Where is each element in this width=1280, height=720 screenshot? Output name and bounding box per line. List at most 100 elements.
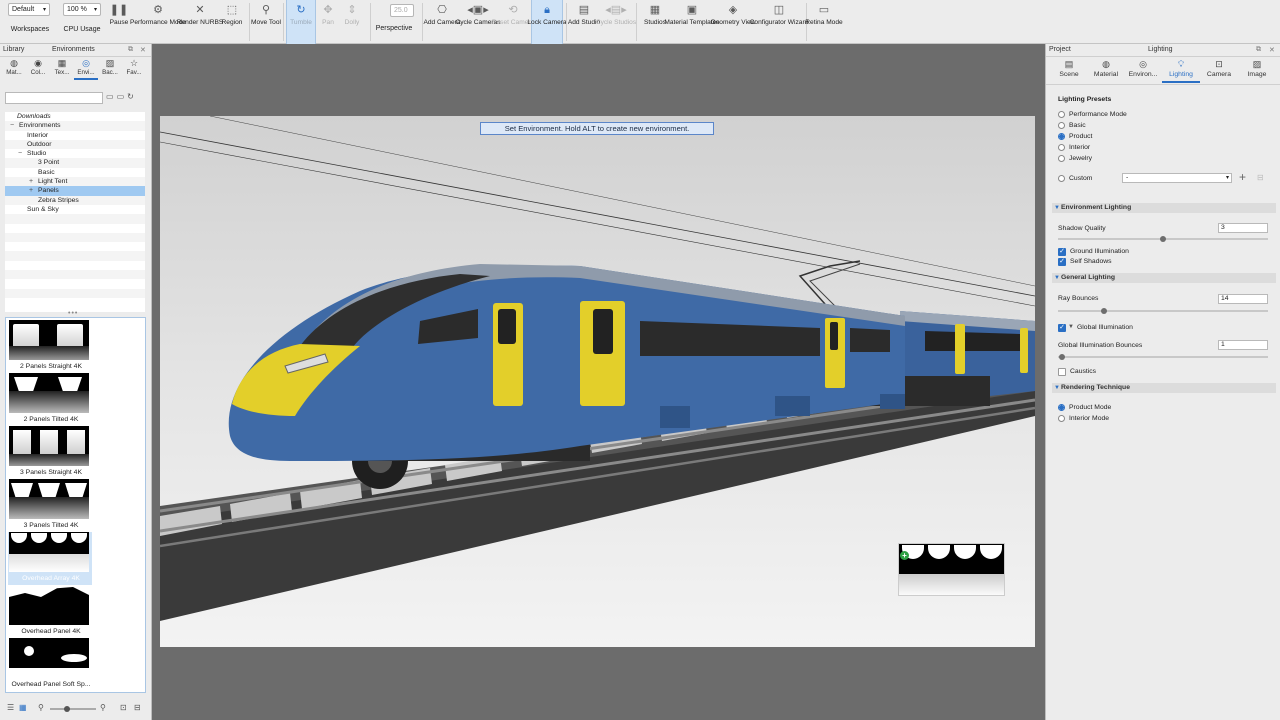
technique-radio-interior[interactable] (1058, 415, 1065, 422)
refresh-icon[interactable]: ↻ (127, 92, 137, 101)
expand-icon[interactable]: + (29, 186, 33, 195)
tab-lighting[interactable]: 💡︎ Lighting (1162, 59, 1200, 83)
slider-knob[interactable] (1160, 236, 1166, 242)
tab-environments[interactable]: ◎ Envi... (74, 58, 98, 80)
tab-backplates[interactable]: ▨ Bac... (98, 58, 122, 80)
tab-scene[interactable]: ▤ Scene (1050, 59, 1088, 83)
thumbnail-item[interactable]: Overhead Panel Soft Sp... (8, 638, 92, 691)
tab-materials[interactable]: ◍ Mat... (2, 58, 26, 80)
star-icon: ☆ (129, 58, 139, 68)
folder-add-icon[interactable]: ▭ (106, 92, 117, 101)
expand-icon[interactable]: + (29, 177, 33, 186)
shadow-quality-field[interactable]: 3 (1218, 223, 1268, 233)
thumbnail-item[interactable]: 2 Panels Tilted 4K (8, 373, 92, 426)
delete-icon[interactable]: ⊟ (134, 703, 141, 712)
preset-radio-performance[interactable] (1058, 111, 1065, 118)
expand-arrow-icon[interactable]: ▼ (1068, 323, 1074, 332)
shadow-quality-slider[interactable] (1058, 236, 1268, 242)
tree-item[interactable]: Basic (5, 168, 145, 177)
close-icon[interactable]: ✕ (1269, 46, 1275, 54)
thumbnail-item-selected[interactable]: Overhead Array 4K (8, 532, 92, 585)
self-shadows-checkbox[interactable]: ✓ (1058, 258, 1066, 266)
tree-item[interactable]: Downloads (5, 112, 145, 121)
cpu-usage-dropdown[interactable]: 100 % ▾ (63, 3, 101, 16)
global-illumination-checkbox[interactable]: ✓ (1058, 324, 1066, 332)
preset-radio-basic[interactable] (1058, 122, 1065, 129)
list-view-icon[interactable]: ☰ (7, 703, 14, 712)
ray-bounces-field[interactable]: 14 (1218, 294, 1268, 304)
preset-radio-interior[interactable] (1058, 144, 1065, 151)
delete-preset-icon[interactable]: ⊟ (1257, 173, 1264, 182)
retina-mode-button[interactable]: ▭ Retina Mode (802, 0, 846, 44)
add-preset-icon[interactable]: + (1239, 170, 1246, 184)
caustics-checkbox[interactable] (1058, 368, 1066, 376)
preset-radio-jewelry[interactable] (1058, 155, 1065, 162)
tab-material[interactable]: ◍ Material (1087, 59, 1125, 83)
resize-handle-icon[interactable]: ••• (68, 310, 78, 317)
chevron-down-icon: ▾ (1225, 175, 1229, 181)
custom-preset-dropdown[interactable]: - ▾ (1122, 173, 1232, 183)
float-icon[interactable]: ⧉ (128, 46, 133, 54)
thumbnail-label: 2 Panels Tilted 4K (23, 416, 79, 423)
thumbnail-item[interactable]: 3 Panels Tilted 4K (8, 479, 92, 532)
environments-title: Environments (52, 46, 95, 53)
tab-environment[interactable]: ◎ Environ... (1124, 59, 1162, 83)
tab-textures[interactable]: ▦ Tex... (50, 58, 74, 80)
tree-item[interactable]: Outdoor (5, 139, 145, 150)
zoom-out-icon[interactable]: ⚲ (38, 703, 44, 712)
tab-colors[interactable]: ◉ Col... (26, 58, 50, 80)
tree-item[interactable]: − Environments (5, 121, 145, 131)
gi-bounces-slider[interactable] (1058, 354, 1268, 360)
lock-icon[interactable]: ⊡ (120, 703, 127, 712)
general-lighting-section[interactable]: ▼ General Lighting (1052, 273, 1276, 283)
ray-bounces-slider[interactable] (1058, 308, 1268, 314)
divider (1046, 56, 1280, 57)
tab-camera[interactable]: ⊡ Camera (1200, 59, 1238, 83)
tree-item[interactable]: Interior (5, 131, 145, 140)
thumbnail-size-slider[interactable] (50, 706, 96, 712)
tree-item[interactable]: Zebra Stripes (5, 195, 145, 205)
environment-drag-preview: + (898, 543, 1005, 596)
preset-radio-custom[interactable] (1058, 175, 1065, 182)
thumbnail-item[interactable]: Overhead Panel 4K (8, 585, 92, 638)
preset-radio-product[interactable] (1058, 133, 1065, 140)
section-title: Environment Lighting (1061, 204, 1132, 211)
dolly-button[interactable]: ⇕ Dolly (340, 0, 364, 44)
rendering-technique-section[interactable]: ▼ Rendering Technique (1052, 383, 1276, 393)
tab-favorites[interactable]: ☆ Fav... (122, 58, 146, 80)
tree-item[interactable]: + Light Tent (5, 177, 145, 187)
float-icon[interactable]: ⧉ (1256, 46, 1261, 54)
tree-item[interactable]: − Studio (5, 149, 145, 158)
tree-item[interactable]: Sun & Sky (5, 205, 145, 214)
tree-empty-row (5, 242, 145, 251)
color-icon: ◉ (34, 58, 42, 68)
workspace-dropdown[interactable]: Default ▾ (8, 3, 50, 16)
close-icon[interactable]: ✕ (140, 46, 146, 54)
render-viewport[interactable]: Set Environment. Hold ALT to create new … (160, 116, 1035, 647)
tab-image[interactable]: ▨ Image (1238, 59, 1276, 83)
folder-icon[interactable]: ▭ (117, 92, 128, 101)
grid-view-icon[interactable]: ▦ (19, 703, 27, 712)
fov-field[interactable]: 25.0 (390, 4, 414, 17)
tree-item[interactable]: 3 Point (5, 158, 145, 168)
tumble-icon: ↻ (296, 4, 306, 16)
ground-illumination-checkbox[interactable]: ✓ (1058, 248, 1066, 256)
zoom-in-icon[interactable]: ⚲ (100, 703, 106, 712)
thumbnail-item[interactable]: 2 Panels Straight 4K (8, 320, 92, 373)
chevron-down-icon: ▾ (42, 7, 46, 13)
library-search-input[interactable] (5, 92, 103, 104)
technique-radio-product[interactable] (1058, 404, 1065, 411)
gi-bounces-field[interactable]: 1 (1218, 340, 1268, 350)
environment-preview (9, 426, 89, 466)
preset-label: Performance Mode (1069, 111, 1127, 118)
collapse-icon[interactable]: − (10, 121, 14, 130)
environment-lighting-section[interactable]: ▼ Environment Lighting (1052, 203, 1276, 213)
dolly-label: Dolly (344, 19, 360, 26)
tree-item[interactable]: + Panels (5, 186, 145, 196)
collapse-icon[interactable]: − (18, 149, 22, 158)
slider-knob[interactable] (1059, 354, 1066, 360)
reset-icon: ⟲ (508, 4, 518, 16)
slider-knob[interactable] (1101, 308, 1108, 314)
thumbnail-item[interactable]: 3 Panels Straight 4K (8, 426, 92, 479)
scene-icon: ▤ (1064, 59, 1074, 69)
